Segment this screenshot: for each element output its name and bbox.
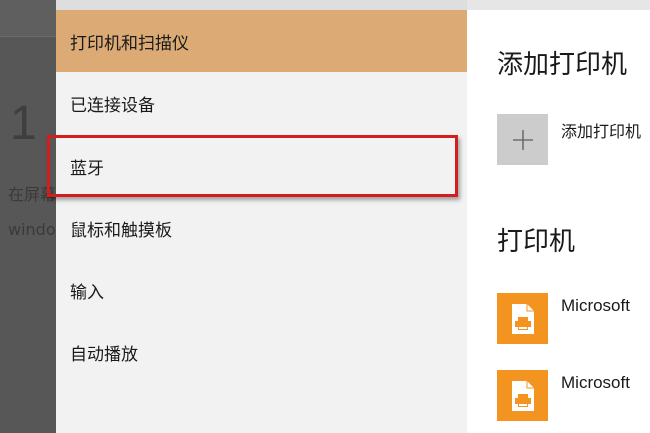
sidebar-item-label: 打印机和扫描仪: [70, 33, 189, 54]
printer-name[interactable]: Microsoft: [561, 296, 630, 316]
plus-icon: [512, 129, 533, 150]
sidebar-item-bluetooth[interactable]: 蓝牙: [56, 135, 467, 197]
printer-icon[interactable]: [497, 293, 548, 344]
screen: 1 在屏幕 windo 打印机和扫描仪 已连接设备 蓝牙 鼠标和触摸板 输入 自…: [0, 0, 650, 433]
sidebar-item-typing[interactable]: 输入: [56, 259, 467, 321]
add-printer-heading: 添加打印机: [497, 50, 628, 80]
background-text-line: 在屏幕: [8, 185, 56, 204]
printer-icon[interactable]: [497, 370, 548, 421]
sidebar-item-label: 蓝牙: [70, 158, 104, 179]
background-header: [0, 0, 56, 37]
background-text-line: windo: [8, 220, 56, 239]
sidebar-item-printers-scanners[interactable]: 打印机和扫描仪: [56, 10, 467, 72]
add-printer-button[interactable]: [497, 114, 548, 165]
printers-heading: 打印机: [497, 227, 576, 257]
main-top-bar: [467, 0, 650, 10]
sidebar-item-mouse-touchpad[interactable]: 鼠标和触摸板: [56, 197, 467, 259]
sidebar-top-bar: [56, 0, 467, 10]
settings-sidebar: 打印机和扫描仪 已连接设备 蓝牙 鼠标和触摸板 输入 自动播放: [56, 10, 467, 433]
sidebar-item-label: 已连接设备: [70, 95, 155, 116]
background-heading-number: 1: [10, 97, 37, 150]
add-printer-label[interactable]: 添加打印机: [561, 118, 641, 142]
main-content: 添加打印机 添加打印机 打印机 Microsoft Microsoft: [467, 10, 650, 433]
sidebar-item-label: 自动播放: [70, 344, 138, 365]
background-article: 1 在屏幕 windo: [0, 0, 56, 433]
sidebar-item-label: 鼠标和触摸板: [70, 220, 172, 241]
sidebar-item-label: 输入: [70, 282, 104, 303]
printer-name[interactable]: Microsoft: [561, 373, 630, 393]
sidebar-item-autoplay[interactable]: 自动播放: [56, 321, 467, 383]
sidebar-item-connected-devices[interactable]: 已连接设备: [56, 72, 467, 134]
